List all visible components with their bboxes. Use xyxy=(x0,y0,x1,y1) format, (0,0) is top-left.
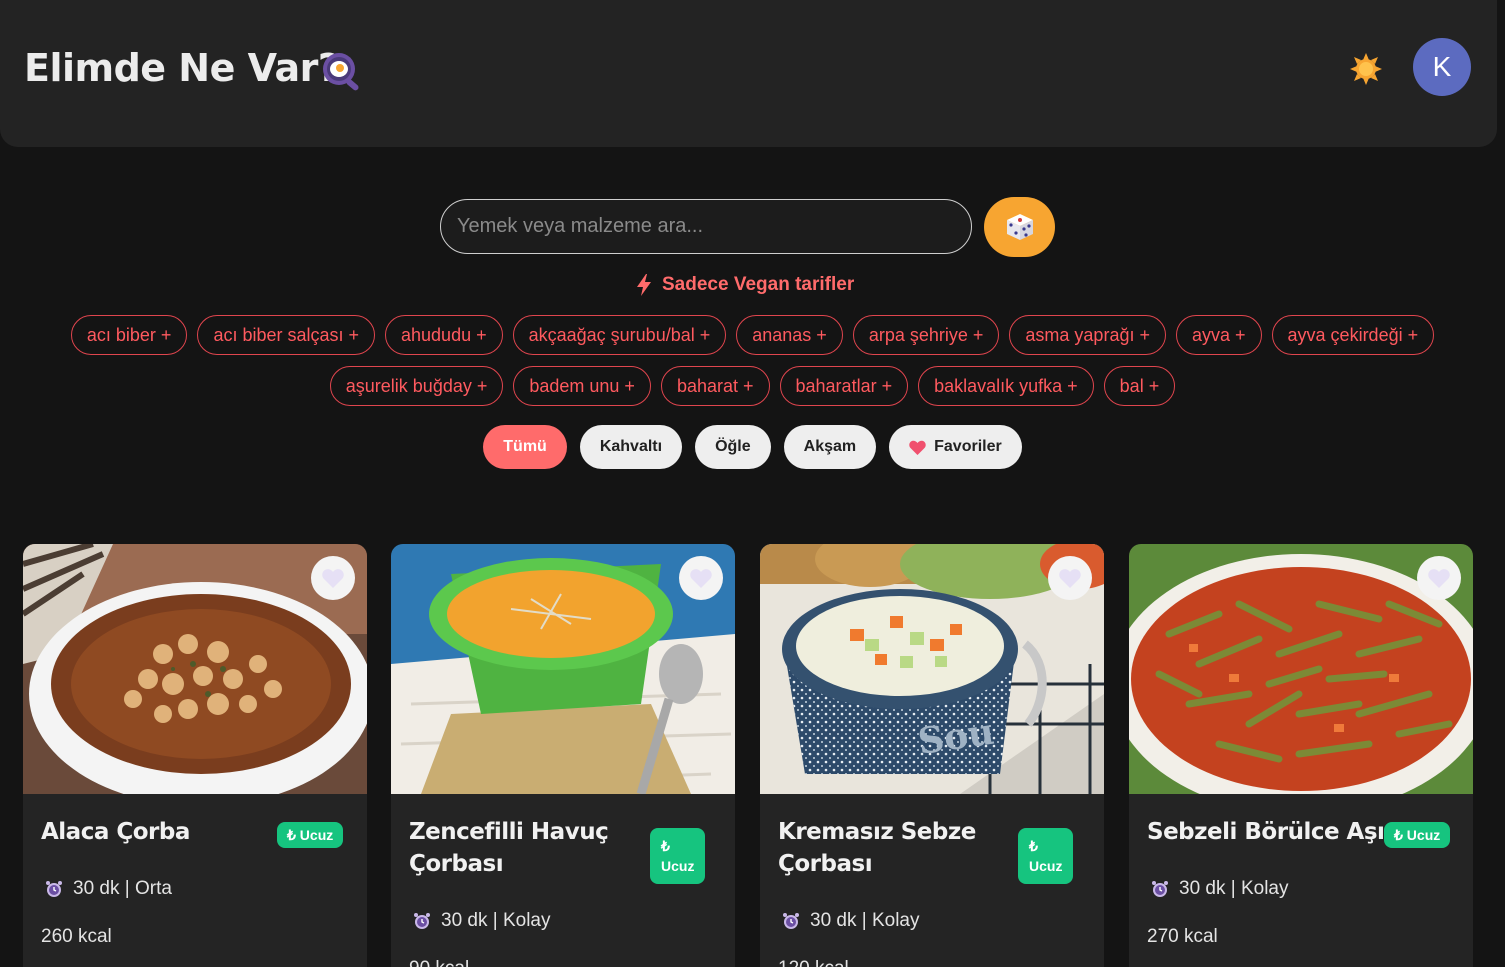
recipe-meta-text: 30 dk | Orta xyxy=(73,878,172,899)
search-input[interactable] xyxy=(440,199,972,254)
ingredient-chip[interactable]: baharatlar + xyxy=(779,366,909,406)
ingredient-chip[interactable]: ahududu + xyxy=(385,315,503,355)
favorite-button[interactable] xyxy=(1417,556,1461,600)
heart-icon xyxy=(322,569,344,588)
frying-pan-icon xyxy=(323,53,359,91)
ingredient-chip[interactable]: aşurelik buğday + xyxy=(329,366,504,406)
ingredient-chip[interactable]: acı biber salçası + xyxy=(197,315,376,355)
recipe-calories: 120 kcal xyxy=(778,958,849,967)
alarm-clock-icon xyxy=(1152,881,1168,897)
favorite-button[interactable] xyxy=(1048,556,1092,600)
price-badge-label: Ucuz xyxy=(661,858,695,874)
recipe-title-line: Çorbası xyxy=(409,851,504,877)
ingredient-chip[interactable]: baklavalık yufka + xyxy=(918,366,1094,406)
vegan-filter-toggle[interactable]: Sadece Vegan tarifler xyxy=(636,271,854,299)
ingredient-chip[interactable]: acı biber + xyxy=(70,315,188,355)
recipe-meta: 30 dk | Kolay xyxy=(1151,878,1289,900)
tab-favorites[interactable]: Favoriler xyxy=(889,425,1022,469)
tab-lunch[interactable]: Öğle xyxy=(695,425,771,469)
meal-tabs: Tümü Kahvaltı Öğle Akşam Favoriler xyxy=(0,425,1505,469)
recipe-title-line: Kremasız Sebze xyxy=(778,819,976,845)
lightning-icon xyxy=(637,274,651,296)
ingredient-chip[interactable]: ayva + xyxy=(1175,315,1262,355)
recipe-meta: 30 dk | Orta xyxy=(45,878,172,900)
recipe-title: Alaca Çorba xyxy=(41,819,190,845)
price-badge: ₺ Ucuz xyxy=(277,822,344,848)
recipe-calories: 90 kcal xyxy=(409,958,469,967)
ingredient-chip[interactable]: asma yaprağı + xyxy=(1009,315,1166,355)
recipe-calories: 270 kcal xyxy=(1147,926,1218,947)
user-avatar[interactable]: K xyxy=(1413,38,1471,96)
alarm-clock-icon xyxy=(46,881,62,897)
recipe-meta-text: 30 dk | Kolay xyxy=(810,910,920,931)
recipe-card[interactable]: Sebzeli Börülce Aşı ₺ Ucuz 30 dk | Kolay… xyxy=(1129,544,1473,967)
app-title: Elimde Ne Var? xyxy=(24,46,340,90)
heart-icon xyxy=(690,569,712,588)
heart-icon xyxy=(1059,569,1081,588)
recipe-meta-text: 30 dk | Kolay xyxy=(1179,878,1289,899)
recipe-card[interactable]: Alaca Çorba ₺ Ucuz 30 dk | Orta 260 kcal xyxy=(23,544,367,967)
recipe-title: Sebzeli Börülce Aşı xyxy=(1147,819,1385,845)
dice-icon xyxy=(1006,214,1033,240)
ingredient-chip[interactable]: ayva çekirdeği + xyxy=(1271,315,1435,355)
sun-icon[interactable] xyxy=(1349,52,1383,86)
tab-breakfast[interactable]: Kahvaltı xyxy=(579,425,683,469)
heart-icon xyxy=(1428,569,1450,588)
favorite-button[interactable] xyxy=(311,556,355,600)
ingredient-chip[interactable]: ananas + xyxy=(736,315,843,355)
random-recipe-button[interactable] xyxy=(984,197,1055,257)
recipe-title-line: Çorbası xyxy=(778,851,873,877)
price-badge-symbol: ₺ xyxy=(1029,838,1038,854)
price-badge: ₺ Ucuz xyxy=(650,828,706,884)
recipe-title: Zencefilli Havuç Çorbası xyxy=(409,816,609,880)
ingredient-chips-row-2: aşurelik buğday + badem unu + baharat + … xyxy=(0,366,1505,406)
ingredient-chips-row-1: acı biber + acı biber salçası + ahududu … xyxy=(0,315,1505,355)
alarm-clock-icon xyxy=(783,913,799,929)
price-badge: ₺ Ucuz xyxy=(1018,828,1074,884)
tab-favorites-label: Favoriler xyxy=(934,438,1002,455)
recipe-meta-text: 30 dk | Kolay xyxy=(441,910,551,931)
recipe-card[interactable]: Sou Kremasız Sebze Çorbası ₺ Ucuz 30 dk … xyxy=(760,544,1104,967)
ingredient-chip[interactable]: bal + xyxy=(1103,366,1176,406)
recipe-meta: 30 dk | Kolay xyxy=(413,910,551,932)
recipe-card[interactable]: Zencefilli Havuç Çorbası ₺ Ucuz 30 dk | … xyxy=(391,544,735,967)
price-badge-symbol: ₺ xyxy=(661,838,670,854)
alarm-clock-icon xyxy=(414,913,430,929)
price-badge-label: Ucuz xyxy=(1029,858,1063,874)
ingredient-chip[interactable]: baharat + xyxy=(660,366,770,406)
ingredient-chip[interactable]: arpa şehriye + xyxy=(852,315,1000,355)
heart-icon xyxy=(909,440,926,455)
vegan-filter-label: Sadece Vegan tarifler xyxy=(662,274,855,295)
tab-all[interactable]: Tümü xyxy=(483,425,567,469)
recipe-meta: 30 dk | Kolay xyxy=(782,910,920,932)
recipe-title: Kremasız Sebze Çorbası xyxy=(778,816,976,880)
recipe-calories: 260 kcal xyxy=(41,926,112,947)
favorite-button[interactable] xyxy=(679,556,723,600)
app-header: Elimde Ne Var? K xyxy=(0,0,1497,147)
ingredient-chip[interactable]: badem unu + xyxy=(513,366,651,406)
price-badge: ₺ Ucuz xyxy=(1384,822,1451,848)
ingredient-chip[interactable]: akçaağaç şurubu/bal + xyxy=(512,315,727,355)
recipe-title-line: Zencefilli Havuç xyxy=(409,819,609,845)
tab-dinner[interactable]: Akşam xyxy=(783,425,877,469)
